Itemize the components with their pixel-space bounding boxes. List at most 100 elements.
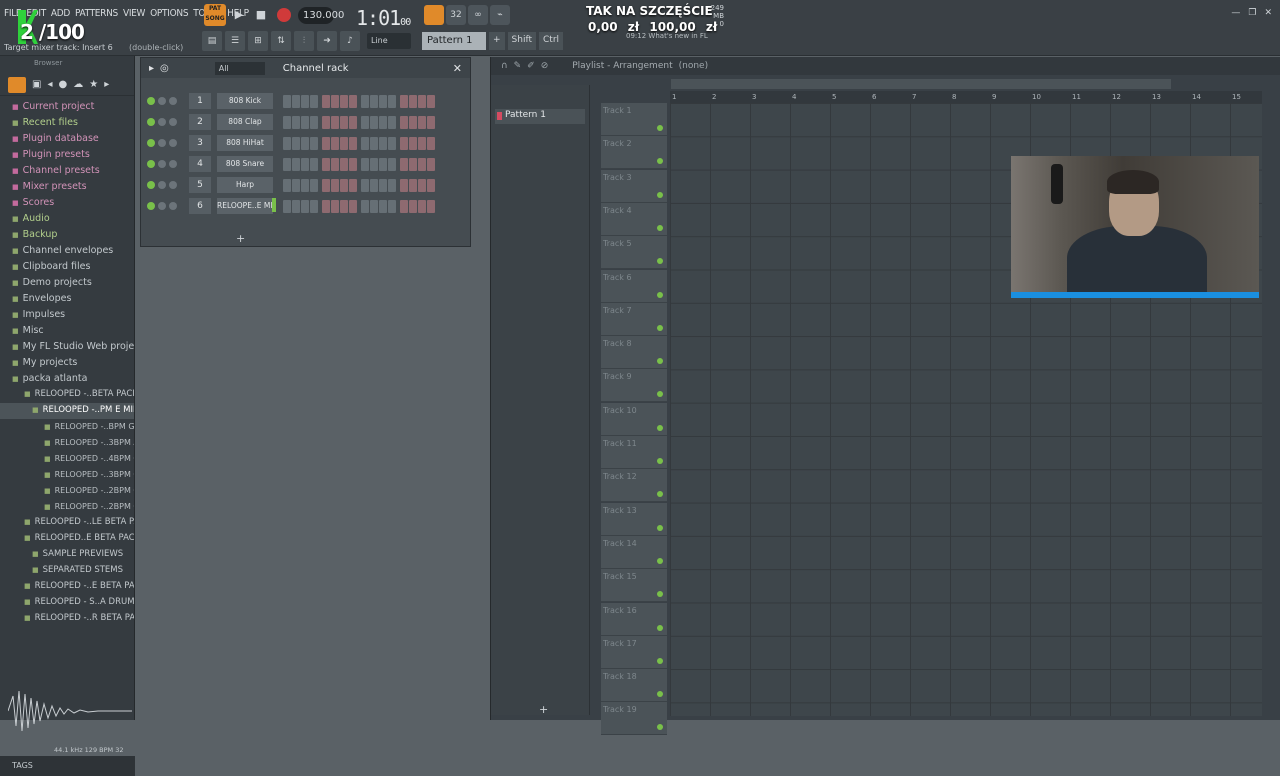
track-header[interactable]: Track 16 <box>601 602 667 636</box>
track-enable-icon[interactable] <box>657 557 663 564</box>
browser-item[interactable]: RELOOPED -..2BPM C MIN <box>0 499 134 515</box>
step-button[interactable] <box>370 115 378 129</box>
channel-rack-icon[interactable]: ⊞ <box>248 31 268 51</box>
track-enable-icon[interactable] <box>657 358 663 365</box>
swing-icon[interactable]: ◎ <box>160 63 169 74</box>
metronome-icon[interactable] <box>424 5 444 25</box>
close-icon[interactable]: ✕ <box>1264 8 1272 18</box>
step-button[interactable] <box>349 157 357 171</box>
channel-row[interactable]: 1 808 Kick <box>147 92 435 110</box>
step-button[interactable] <box>301 178 309 192</box>
speaker-icon[interactable]: ◂ <box>47 79 52 90</box>
step-button[interactable] <box>349 94 357 108</box>
step-button[interactable] <box>379 178 387 192</box>
browser-item[interactable]: RELOOPED -..PM E MIN <box>0 403 134 419</box>
step-button[interactable] <box>409 94 417 108</box>
browser-item[interactable]: Recent files <box>0 115 134 131</box>
step-button[interactable] <box>379 94 387 108</box>
step-button[interactable] <box>301 136 309 150</box>
step-button[interactable] <box>418 199 426 213</box>
track-header[interactable]: Track 7 <box>601 302 667 336</box>
track-enable-icon[interactable] <box>657 424 663 431</box>
browser-item[interactable]: Channel envelopes <box>0 243 134 259</box>
step-button[interactable] <box>301 199 309 213</box>
browser-item[interactable]: RELOOPED -..BPM G MIN <box>0 419 134 435</box>
mixer-track-number[interactable]: 5 <box>189 177 211 193</box>
track-enable-icon[interactable] <box>657 724 663 731</box>
step-button[interactable] <box>301 157 309 171</box>
mixer-track-number[interactable]: 2 <box>189 114 211 130</box>
step-button[interactable] <box>370 94 378 108</box>
step-button[interactable] <box>310 115 318 129</box>
step-button[interactable] <box>379 157 387 171</box>
step-button[interactable] <box>418 157 426 171</box>
channel-switches[interactable] <box>147 97 177 105</box>
piano-roll-icon[interactable]: ☰ <box>225 31 245 51</box>
step-button[interactable] <box>322 178 330 192</box>
track-header[interactable]: Track 9 <box>601 369 667 403</box>
step-button[interactable] <box>400 157 408 171</box>
step-button[interactable] <box>409 157 417 171</box>
track-header[interactable]: Track 10 <box>601 402 667 436</box>
track-header[interactable]: Track 12 <box>601 469 667 503</box>
browser-item[interactable]: My projects <box>0 355 134 371</box>
step-button[interactable] <box>331 178 339 192</box>
step-button[interactable] <box>361 199 369 213</box>
step-button[interactable] <box>322 157 330 171</box>
browser-item[interactable]: Plugin presets <box>0 147 134 163</box>
step-button[interactable] <box>331 136 339 150</box>
menu-patterns[interactable]: PATTERNS <box>75 8 118 19</box>
track-enable-icon[interactable] <box>657 657 663 664</box>
step-button[interactable] <box>379 136 387 150</box>
step-button[interactable] <box>310 178 318 192</box>
step-button[interactable] <box>340 94 348 108</box>
browser-item[interactable]: Backup <box>0 227 134 243</box>
step-button[interactable] <box>370 178 378 192</box>
step-button[interactable] <box>361 178 369 192</box>
step-button[interactable] <box>310 199 318 213</box>
channel-row[interactable]: 3 808 HiHat <box>147 134 435 152</box>
browser-item[interactable]: SEPARATED STEMS <box>0 563 134 579</box>
shift-button[interactable]: Shift <box>507 32 537 50</box>
browser-item[interactable]: RELOOPED -..4BPM C MIN <box>0 451 134 467</box>
step-button[interactable] <box>409 199 417 213</box>
browser-item[interactable]: Plugin database <box>0 131 134 147</box>
step-button[interactable] <box>427 136 435 150</box>
track-enable-icon[interactable] <box>657 591 663 598</box>
track-header[interactable]: Track 2 <box>601 136 667 170</box>
step-button[interactable] <box>292 157 300 171</box>
channel-switches[interactable] <box>147 202 177 210</box>
step-button[interactable] <box>340 136 348 150</box>
track-enable-icon[interactable] <box>657 391 663 398</box>
browser-item[interactable]: Envelopes <box>0 291 134 307</box>
track-enable-icon[interactable] <box>657 258 663 265</box>
step-sequencer[interactable] <box>283 136 435 150</box>
step-button[interactable] <box>400 178 408 192</box>
draw-icon[interactable]: ✎ <box>514 61 522 71</box>
loop-icon[interactable]: ∞ <box>468 5 488 25</box>
step-button[interactable] <box>331 115 339 129</box>
track-enable-icon[interactable] <box>657 158 663 165</box>
tags-bar[interactable]: TAGS <box>0 756 135 776</box>
menu-view[interactable]: VIEW <box>123 8 145 19</box>
add-channel-button[interactable]: + <box>236 232 245 245</box>
minimize-icon[interactable]: — <box>1231 8 1240 18</box>
track-enable-icon[interactable] <box>657 691 663 698</box>
step-sequencer[interactable] <box>283 178 435 192</box>
step-edit-icon[interactable]: 32 <box>446 5 466 25</box>
track-enable-icon[interactable] <box>657 324 663 331</box>
step-sequencer[interactable] <box>283 157 435 171</box>
browser-item[interactable]: RELOOPED..E BETA PACK <box>0 531 134 547</box>
browser-item[interactable]: Scores <box>0 195 134 211</box>
step-button[interactable] <box>400 136 408 150</box>
browser-item[interactable]: Mixer presets <box>0 179 134 195</box>
tempo-display[interactable]: 130.000 <box>298 6 344 24</box>
step-button[interactable] <box>283 136 291 150</box>
track-enable-icon[interactable] <box>657 624 663 631</box>
step-button[interactable] <box>292 199 300 213</box>
step-button[interactable] <box>322 136 330 150</box>
track-header[interactable]: Track 15 <box>601 569 667 603</box>
timeline-ruler[interactable]: 1 2 3 4 5 6 7 8 9 10 11 12 13 14 15 <box>670 91 1262 103</box>
step-button[interactable] <box>370 199 378 213</box>
channel-name-button[interactable]: RELOOPE..E MIN <box>217 198 273 214</box>
